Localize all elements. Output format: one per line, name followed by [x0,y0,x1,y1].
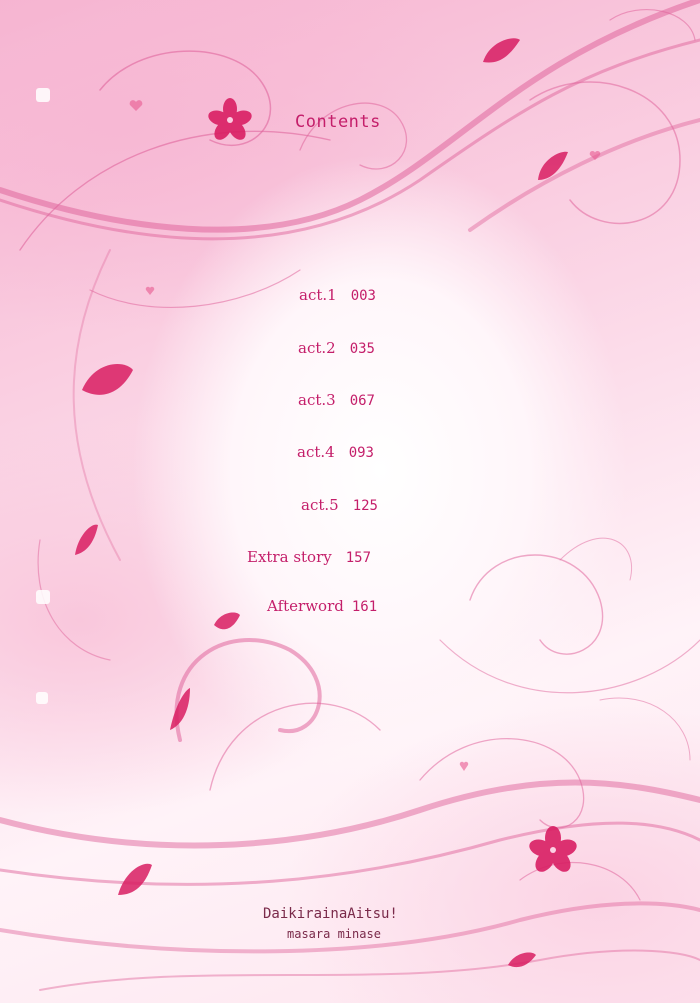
toc-entry: Extra story 157 [247,548,371,566]
toc-entry-page: 067 [349,393,375,409]
toc-entry: act.5 125 [301,496,378,514]
toc-entry-page: 093 [348,445,374,461]
toc-entry-page: 003 [350,288,376,304]
toc-entry-page: 125 [352,498,378,514]
toc-entry-label: act.4 [297,443,335,461]
toc-entry: act.1 003 [299,286,376,304]
toc-entry-label: act.3 [298,391,336,409]
contents-heading: Contents [295,112,381,132]
author-name: masara minase [287,927,381,941]
toc-entry: act.4 093 [297,443,374,461]
toc-entry-page: 161 [351,599,378,615]
contents-page: Contents act.1 003 act.2 035 act.3 067 act.… [0,0,700,1003]
toc-entry-page: 035 [349,341,375,357]
toc-entry-label: act.5 [301,496,339,514]
toc-entry-label: Afterword [267,597,344,615]
toc-entry-label: act.2 [298,339,336,357]
toc-entry-page: 157 [345,550,372,566]
toc-entry: act.2 035 [298,339,375,357]
toc-entry-label: act.1 [299,286,337,304]
toc-entry: act.3 067 [298,391,375,409]
toc-entry: Afterword 161 [267,597,377,615]
book-title: DaikirainaAitsu! [263,906,398,922]
toc-entry-label: Extra story [247,548,332,566]
flower-icon [208,98,577,872]
